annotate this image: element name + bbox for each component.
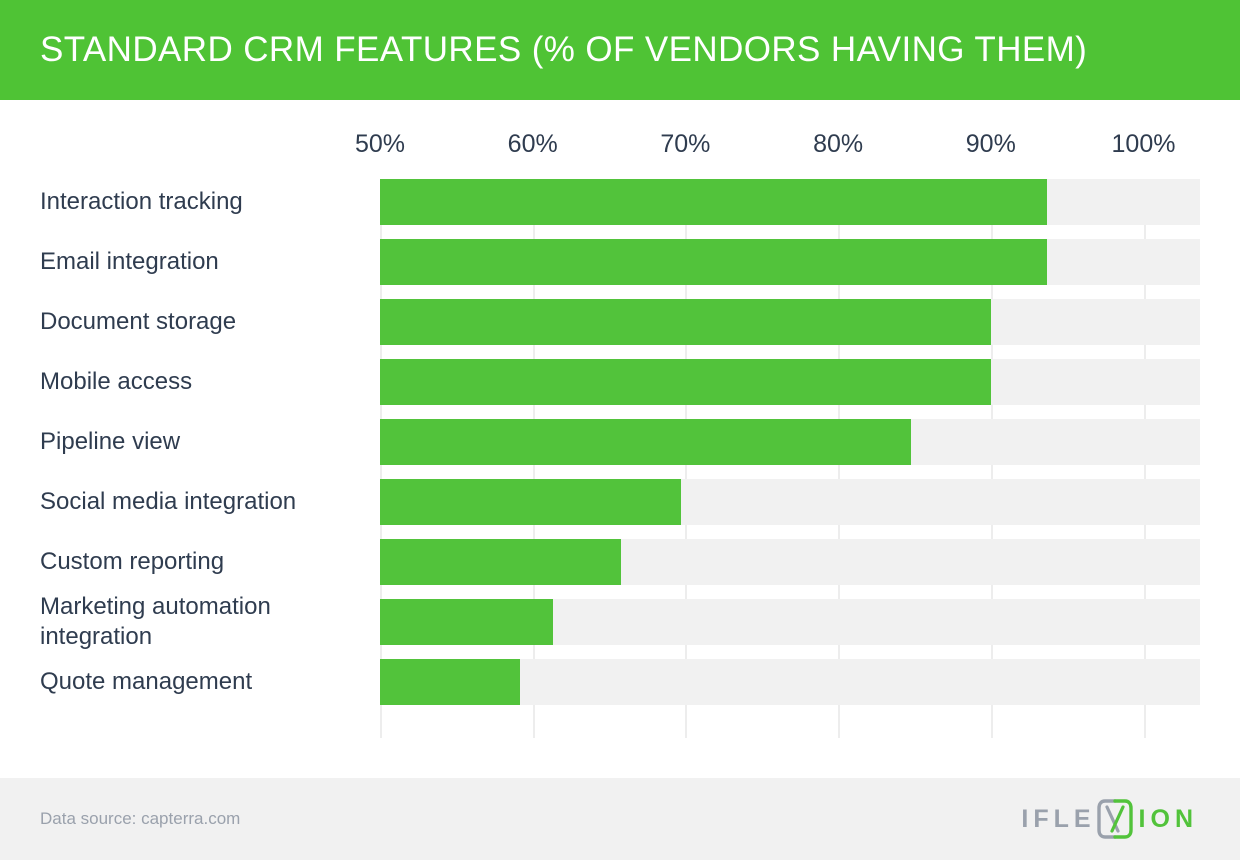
plot-area xyxy=(380,179,1200,738)
bar-fill[interactable] xyxy=(380,179,1048,225)
bar-fill[interactable] xyxy=(380,599,553,645)
x-axis-tick-label: 100% xyxy=(1111,130,1176,158)
x-axis-tick-label: 90% xyxy=(965,130,1016,158)
bar-row xyxy=(380,179,1200,225)
category-label: Email integration xyxy=(40,248,219,275)
bar-fill[interactable] xyxy=(380,479,681,525)
bar-row xyxy=(380,539,1200,585)
bar-row xyxy=(380,659,1200,705)
category-label: Social media integration xyxy=(40,488,297,515)
category-label: Mobile access xyxy=(40,368,193,395)
bar-fill[interactable] xyxy=(380,419,912,465)
x-axis-tick-label: 70% xyxy=(660,130,711,158)
bar-fill[interactable] xyxy=(380,239,1048,285)
iflexion-logo: IFLE ION xyxy=(1021,799,1198,839)
bar-row xyxy=(380,419,1200,465)
bar-row xyxy=(380,359,1200,405)
chart-area: 50% 60% 70% 80% 90% 100% Interaction tracking… xyxy=(0,100,1240,778)
x-axis-tick-labels: 50% 60% 70% 80% 90% 100% xyxy=(0,130,1240,170)
category-label: Document storage xyxy=(40,308,237,335)
iflexion-x-mark-icon xyxy=(1096,799,1133,839)
category-label: Custom reporting xyxy=(40,548,225,575)
bar-fill[interactable] xyxy=(380,359,991,405)
bar-row xyxy=(380,239,1200,285)
page-title: STANDARD CRM FEATURES (% OF VENDORS HAVI… xyxy=(40,30,1088,69)
x-axis-tick-label: 80% xyxy=(813,130,864,158)
bar-fill[interactable] xyxy=(380,299,991,345)
bar-row xyxy=(380,299,1200,345)
bar-rows xyxy=(380,179,1200,738)
category-label: Pipeline view xyxy=(40,428,181,455)
x-axis-tick-label: 60% xyxy=(507,130,558,158)
bar-fill[interactable] xyxy=(380,539,622,585)
logo-text-right: ION xyxy=(1138,804,1198,833)
bar-row xyxy=(380,479,1200,525)
bar-row xyxy=(380,599,1200,645)
category-label: Interaction tracking xyxy=(40,188,243,215)
logo-text-left: IFLE xyxy=(1021,804,1096,833)
category-label: Quote management xyxy=(40,668,253,695)
data-source-note: Data source: capterra.com xyxy=(40,809,241,828)
y-axis-category-labels: Interaction tracking Email integration Doc… xyxy=(0,179,360,738)
category-label: Marketing automation integration xyxy=(40,593,271,650)
footer-band: Data source: capterra.com IFLE ION xyxy=(0,778,1240,860)
header-band: STANDARD CRM FEATURES (% OF VENDORS HAVI… xyxy=(0,0,1240,100)
bar-fill[interactable] xyxy=(380,659,521,705)
x-axis-tick-label: 50% xyxy=(354,130,406,158)
